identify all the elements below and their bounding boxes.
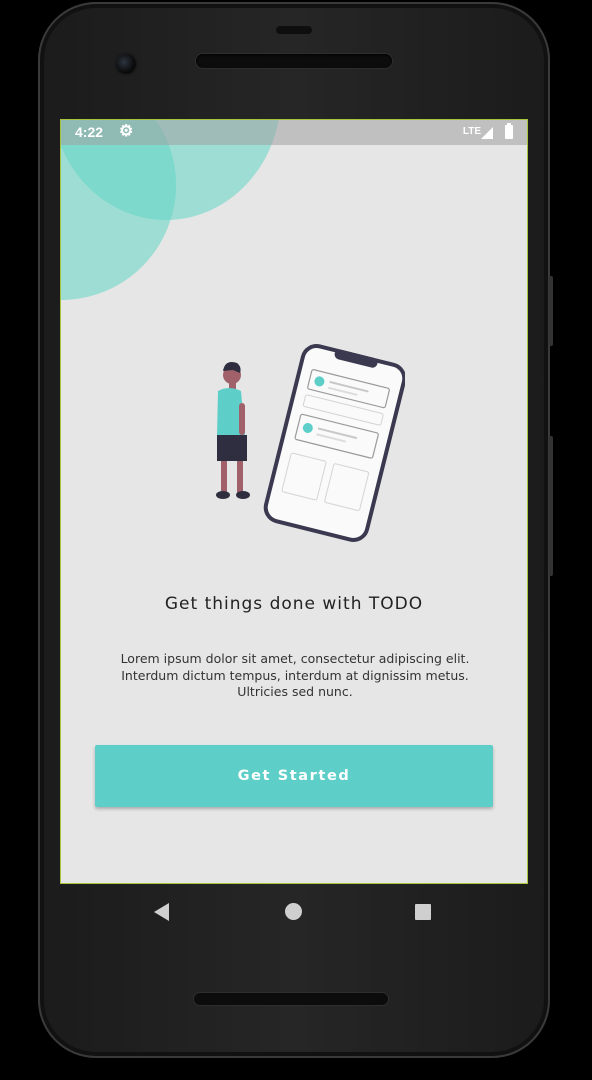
battery-icon: [505, 123, 513, 139]
volume-button: [549, 436, 553, 576]
recents-square-icon[interactable]: [415, 904, 431, 920]
home-circle-icon[interactable]: [285, 903, 302, 920]
onboarding-description: Lorem ipsum dolor sit amet, consectetur …: [120, 651, 470, 699]
back-triangle-icon[interactable]: [154, 903, 169, 921]
get-started-button[interactable]: Get Started: [95, 745, 493, 807]
onboarding-title: Get things done with TODO: [164, 594, 424, 614]
top-speaker-slit: [276, 26, 312, 34]
front-camera: [116, 54, 136, 74]
status-time: 4:22: [75, 124, 104, 140]
status-bar: 4:22 ⚙ LTE: [61, 120, 527, 145]
power-button: [549, 276, 553, 346]
app-screen: 4:22 ⚙ LTE Get things done with TODO Lor…: [60, 119, 528, 884]
signal-icon: [481, 127, 493, 139]
earpiece-speaker: [196, 54, 392, 68]
person-with-phone-illustration: [216, 344, 405, 542]
system-nav-bar: [60, 884, 528, 940]
network-type: LTE: [462, 126, 481, 137]
bottom-speaker: [194, 993, 388, 1005]
gear-icon: ⚙: [119, 123, 134, 140]
